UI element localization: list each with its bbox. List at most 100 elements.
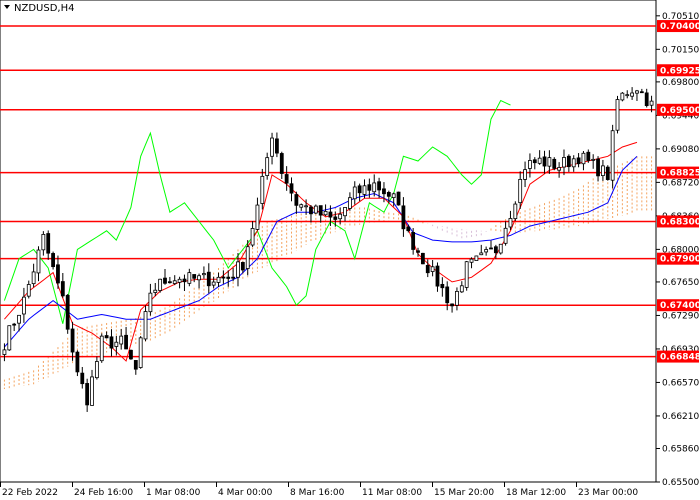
candle <box>459 281 464 293</box>
candle-body <box>489 247 493 250</box>
candle-body <box>163 277 167 284</box>
candle <box>299 203 304 211</box>
candle-body <box>153 289 158 293</box>
candle <box>435 262 440 292</box>
candle <box>537 150 542 165</box>
y-tick-label: 0.68720 <box>662 178 699 188</box>
candle <box>143 305 148 342</box>
candle <box>644 88 649 108</box>
candle-body <box>177 278 182 283</box>
candle <box>104 331 109 339</box>
candle-body <box>503 227 508 244</box>
candle <box>197 273 201 289</box>
candle-body <box>216 276 221 283</box>
candle <box>206 263 211 294</box>
candle <box>479 244 484 256</box>
candle-body <box>46 233 51 254</box>
candle-body <box>566 155 571 168</box>
candle-body <box>581 152 586 165</box>
x-tick-label: 23 Mar 00:00 <box>578 488 638 498</box>
candle <box>65 294 70 334</box>
candle <box>498 243 503 255</box>
candle-body <box>279 153 284 174</box>
candle-body <box>586 151 591 161</box>
candle-body <box>610 130 615 181</box>
candle <box>21 287 26 323</box>
price-chart[interactable]: 0.705100.701500.698000.694400.690800.687… <box>0 0 700 500</box>
candle-body <box>620 92 625 101</box>
candle <box>586 149 591 163</box>
level-label: 0.70400 <box>660 22 700 32</box>
candle <box>639 88 644 94</box>
level-label: 0.69500 <box>660 106 700 116</box>
candle-body <box>80 372 85 385</box>
y-tick-label: 0.69800 <box>662 78 699 88</box>
candle <box>552 157 557 171</box>
candle-body <box>323 211 328 216</box>
candle-body <box>133 360 138 370</box>
candle-body <box>493 246 498 254</box>
candle-body <box>484 249 489 253</box>
candle-body <box>459 285 464 293</box>
candle <box>528 153 532 178</box>
x-tick-label: 18 Mar 12:00 <box>506 488 566 498</box>
candle-body <box>396 191 401 206</box>
candle <box>430 260 435 277</box>
candle <box>601 159 605 181</box>
candle-body <box>148 292 153 313</box>
candle-body <box>138 337 143 368</box>
candle <box>192 274 197 283</box>
candle-body <box>450 303 454 307</box>
candle-body <box>625 94 630 97</box>
tenkan-line <box>4 141 638 362</box>
candle <box>576 153 581 168</box>
candle <box>484 246 489 256</box>
candle-body <box>221 276 226 279</box>
candle-body <box>571 158 576 168</box>
candle <box>51 251 55 270</box>
candle <box>250 221 255 247</box>
candle <box>518 171 523 209</box>
candle-body <box>192 274 197 279</box>
candle-body <box>352 186 357 200</box>
candle-body <box>445 286 450 304</box>
candle-body <box>630 92 635 97</box>
candle-body <box>250 228 255 246</box>
candle <box>318 205 323 223</box>
level-label: 0.68825 <box>660 169 700 179</box>
candle <box>469 257 474 269</box>
candle-body <box>294 194 299 206</box>
candle-body <box>304 205 309 208</box>
candle <box>489 240 493 250</box>
candle <box>7 325 12 351</box>
symbol-header: NZDUSD,H4 <box>4 3 74 14</box>
candle-body <box>275 138 279 154</box>
candle-body <box>167 281 172 284</box>
candle <box>148 283 153 316</box>
candle-body <box>601 165 605 176</box>
candle-body <box>197 275 201 281</box>
candle-body <box>430 266 435 272</box>
candle-body <box>411 232 416 250</box>
y-tick-label: 0.67290 <box>662 311 699 321</box>
candle-body <box>474 255 479 261</box>
candle-body <box>386 192 391 197</box>
y-tick-label: 0.69080 <box>662 145 699 155</box>
chart-border <box>0 0 657 483</box>
candle-body <box>12 323 17 326</box>
x-tick-label: 8 Mar 16:00 <box>290 488 345 498</box>
candle-body <box>245 246 250 269</box>
candle <box>591 154 596 169</box>
candle <box>255 197 260 231</box>
candle <box>343 207 347 222</box>
candle-body <box>552 158 557 169</box>
candle <box>464 260 469 291</box>
candle <box>347 192 352 211</box>
candle-body <box>537 157 542 164</box>
candle-body <box>333 216 338 220</box>
candle-body <box>202 273 206 276</box>
candle-body <box>464 261 469 288</box>
level-label: 0.67400 <box>660 301 700 311</box>
candle <box>226 270 231 287</box>
candle <box>129 349 133 360</box>
